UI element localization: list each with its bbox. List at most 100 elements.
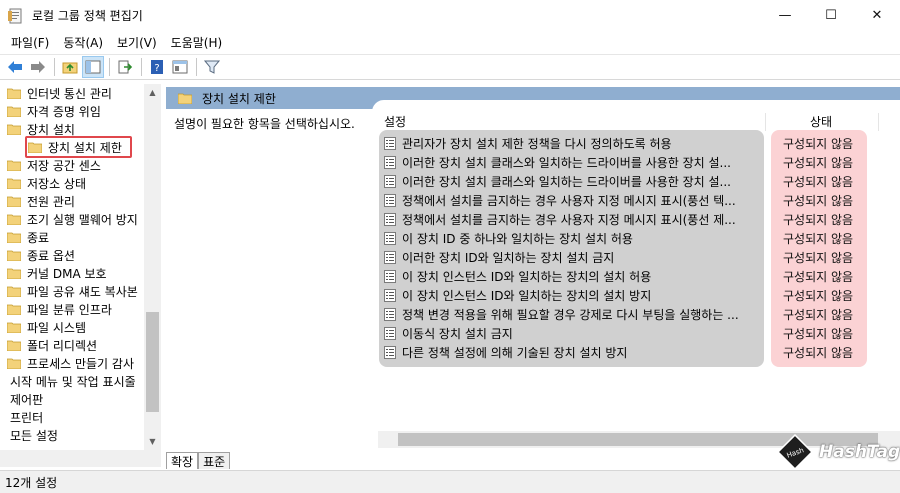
policy-state: 구성되지 않음 (783, 156, 854, 170)
policy-state: 구성되지 않음 (783, 251, 854, 265)
policy-name: 정책 변경 적용을 위해 필요할 경우 강제로 다시 부팅을 실행하는 ... (402, 308, 739, 322)
title-bar: 로컬 그룹 정책 편집기 — ☐ ✕ (0, 0, 900, 31)
watermark-text: HashTag (819, 442, 900, 462)
folder-icon (7, 322, 21, 333)
forward-button[interactable] (27, 56, 49, 78)
properties-button[interactable] (169, 56, 191, 78)
folder-icon (7, 286, 21, 297)
tree-item[interactable]: 저장 공간 센스 (7, 156, 101, 174)
column-header-state[interactable]: 상태 (810, 110, 832, 132)
tree-item-label: 종료 옵션 (27, 248, 75, 263)
folder-icon (7, 268, 21, 279)
tree-item[interactable]: 종료 옵션 (7, 246, 75, 264)
maximize-button[interactable]: ☐ (808, 0, 854, 31)
tree-item[interactable]: 프린터 (10, 408, 43, 426)
help-button[interactable]: ? (146, 56, 168, 78)
svg-text:?: ? (154, 63, 159, 74)
hashtag-logo-icon: Hash (776, 433, 814, 471)
close-button[interactable]: ✕ (854, 0, 900, 31)
tree-item[interactable]: 파일 시스템 (7, 318, 86, 336)
tree-item-label: 프린터 (10, 410, 44, 425)
toolbar: ? (0, 54, 900, 80)
folder-icon (7, 250, 21, 261)
policy-state: 구성되지 않음 (783, 346, 854, 360)
policy-name: 이러한 장치 ID와 일치하는 장치 설치 금지 (402, 251, 615, 265)
tree-item[interactable]: 파일 분류 인프라 (7, 300, 112, 318)
policy-row[interactable]: 이러한 장치 설치 클래스와 일치하는 드라이버를 사용한 장치 설... (384, 172, 760, 191)
tree-item[interactable]: 폴더 리디렉션 (7, 336, 97, 354)
tree-item-label: 장치 설치 (27, 122, 75, 137)
policy-row[interactable]: 정책에서 설치를 금지하는 경우 사용자 지정 메시지 표시(풍선 텍... (384, 191, 760, 210)
tree-item[interactable]: 저장소 상태 (7, 174, 86, 192)
menu-file[interactable]: 파일(F) (4, 34, 56, 51)
policy-name: 이동식 장치 설치 금지 (402, 327, 513, 341)
column-divider[interactable] (878, 113, 879, 131)
properties-icon (172, 60, 188, 74)
tree-item[interactable]: 종료 (7, 228, 49, 246)
tree-item[interactable]: 자격 증명 위임 (7, 102, 101, 120)
scroll-up-icon[interactable]: ▲ (144, 84, 161, 101)
minimize-button[interactable]: — (762, 0, 808, 31)
tree-item-label: 인터넷 통신 관리 (27, 86, 112, 101)
menu-bar: 파일(F) 동작(A) 보기(V) 도움말(H) (0, 31, 900, 53)
policy-name: 정책에서 설치를 금지하는 경우 사용자 지정 메시지 표시(풍선 텍... (402, 194, 736, 208)
policy-setting-icon (384, 137, 396, 150)
scroll-thumb[interactable] (146, 312, 159, 412)
tab-standard[interactable]: 표준 (198, 452, 231, 469)
policy-row[interactable]: 이 장치 ID 중 하나와 일치하는 장치 설치 허용 (384, 229, 760, 248)
policy-state: 구성되지 않음 (783, 137, 854, 151)
column-header-setting[interactable]: 설정 (384, 110, 406, 132)
tab-extended[interactable]: 확장 (166, 452, 199, 469)
scroll-down-icon[interactable]: ▼ (144, 433, 161, 450)
tree-item[interactable]: 파일 공유 섀도 복사본 (7, 282, 138, 300)
policy-setting-icon (384, 232, 396, 245)
tree-item[interactable]: 조기 실행 맬웨어 방지 (7, 210, 138, 228)
folder-icon (178, 93, 192, 104)
show-hide-tree-button[interactable] (82, 56, 104, 78)
tree-item-label: 전원 관리 (27, 194, 75, 209)
export-list-button[interactable] (114, 56, 136, 78)
policy-state: 구성되지 않음 (783, 232, 854, 246)
policy-row[interactable]: 다른 정책 설정에 의해 기술된 장치 설치 방지 (384, 343, 760, 362)
policy-row[interactable]: 이 장치 인스턴스 ID와 일치하는 장치의 설치 방지 (384, 286, 760, 305)
tree-item[interactable]: 전원 관리 (7, 192, 75, 210)
tree-horizontal-scrollbar[interactable] (0, 450, 161, 467)
policy-setting-icon (384, 346, 396, 359)
policy-row[interactable]: 이러한 장치 ID와 일치하는 장치 설치 금지 (384, 248, 760, 267)
policy-setting-icon (384, 175, 396, 188)
tree-item[interactable]: 인터넷 통신 관리 (7, 84, 112, 102)
policy-state: 구성되지 않음 (783, 327, 854, 341)
policy-setting-icon (384, 289, 396, 302)
back-button[interactable] (4, 56, 26, 78)
menu-view[interactable]: 보기(V) (110, 34, 164, 51)
console-tree-icon (85, 60, 101, 74)
column-divider[interactable] (765, 113, 766, 131)
policy-row[interactable]: 정책 변경 적용을 위해 필요할 경우 강제로 다시 부팅을 실행하는 ... (384, 305, 760, 324)
menu-action[interactable]: 동작(A) (56, 34, 110, 51)
tree-item[interactable]: 모든 설정 (10, 426, 58, 444)
policy-row[interactable]: 이동식 장치 설치 금지 (384, 324, 760, 343)
window-controls: — ☐ ✕ (762, 0, 900, 31)
tree-item-label: 프로세스 만들기 감사 (27, 356, 134, 371)
policy-setting-icon (384, 251, 396, 264)
tree-item[interactable]: 커널 DMA 보호 (7, 264, 107, 282)
policy-state: 구성되지 않음 (783, 213, 854, 227)
policy-row[interactable]: 이러한 장치 설치 클래스와 일치하는 드라이버를 사용한 장치 설... (384, 153, 760, 172)
tree-item-label: 시작 메뉴 및 작업 표시줄 (10, 374, 136, 389)
policy-row[interactable]: 관리자가 장치 설치 제한 정책을 다시 정의하도록 허용 (384, 134, 760, 153)
tree-item[interactable]: 시작 메뉴 및 작업 표시줄 (10, 372, 136, 390)
filter-button[interactable] (201, 56, 223, 78)
tree-vertical-scrollbar[interactable]: ▲ ▼ (144, 84, 161, 450)
window-title: 로컬 그룹 정책 편집기 (32, 9, 143, 23)
folder-icon (7, 232, 21, 243)
menu-help[interactable]: 도움말(H) (164, 34, 230, 51)
up-one-level-button[interactable] (59, 56, 81, 78)
policy-row[interactable]: 정책에서 설치를 금지하는 경우 사용자 지정 메시지 표시(풍선 제... (384, 210, 760, 229)
arrow-right-icon (31, 61, 45, 73)
tree-item[interactable]: 제어판 (10, 390, 43, 408)
help-icon: ? (151, 60, 163, 74)
policy-row[interactable]: 이 장치 인스턴스 ID와 일치하는 장치의 설치 허용 (384, 267, 760, 286)
folder-open-icon (7, 124, 21, 135)
selection-highlight (25, 136, 132, 158)
tree-item[interactable]: 프로세스 만들기 감사 (7, 354, 134, 372)
